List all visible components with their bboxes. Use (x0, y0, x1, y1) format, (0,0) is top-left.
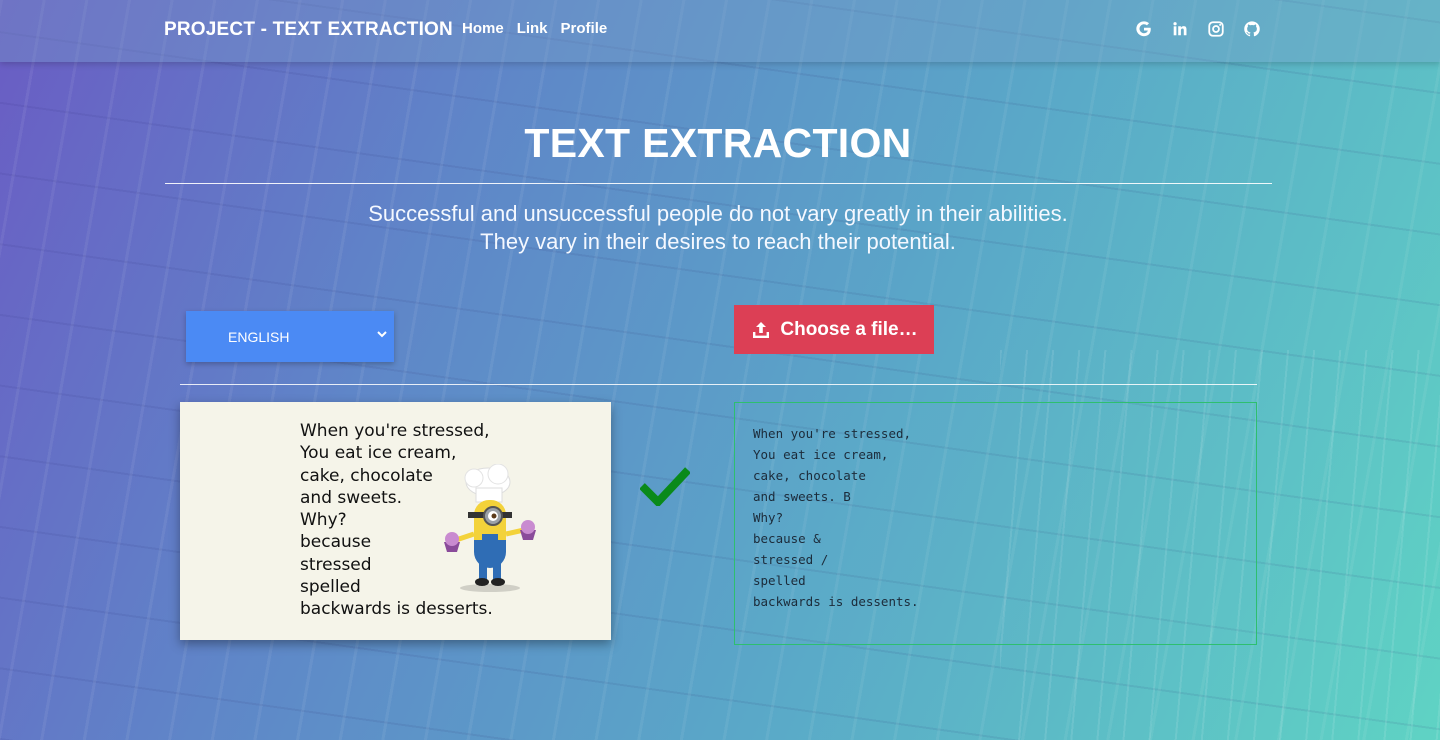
quote-line-2: They vary in their desires to reach thei… (480, 229, 956, 254)
output-line: Why? (753, 510, 784, 525)
github-icon[interactable] (1242, 19, 1262, 39)
image-text-line: When you're stressed, (300, 421, 490, 441)
language-select-value: ENGLISH (228, 328, 290, 345)
title-divider (165, 183, 1272, 184)
checkmark-icon (640, 467, 690, 506)
nav-profile-link[interactable]: Profile (561, 20, 608, 37)
instagram-icon[interactable] (1206, 19, 1226, 39)
chevron-down-icon (377, 331, 387, 338)
nav-links: Home Link Profile (462, 20, 607, 37)
upload-icon (753, 321, 770, 338)
output-line: backwards is dessents. (753, 594, 919, 609)
page-title: TEXT EXTRACTION (524, 120, 912, 166)
upload-file-button[interactable]: Choose a file… (734, 305, 934, 354)
social-icons (1134, 19, 1262, 39)
output-line: spelled (753, 573, 806, 588)
google-icon[interactable] (1134, 19, 1154, 39)
quote-line-1: Successful and unsuccessful people do no… (368, 201, 1068, 226)
uploaded-image-preview: When you're stressed, You eat ice cream,… (180, 402, 611, 640)
brand-title[interactable]: PROJECT - TEXT EXTRACTION (164, 19, 453, 41)
section-divider (180, 384, 1257, 385)
image-text-line: You eat ice cream, (300, 443, 457, 464)
extracted-text: When you're stressed, You eat ice cream,… (753, 423, 1238, 612)
quote: Successful and unsuccessful people do no… (0, 200, 1436, 256)
upload-button-label: Choose a file… (780, 318, 918, 340)
navbar: PROJECT - TEXT EXTRACTION Home Link Prof… (0, 0, 1440, 62)
output-line: because & (753, 531, 821, 546)
language-select[interactable]: ENGLISH (186, 311, 394, 362)
output-line: cake, chocolate (753, 468, 866, 483)
linkedin-icon[interactable] (1170, 19, 1190, 39)
output-line: and sweets. B (753, 489, 851, 504)
minion-illustration (444, 464, 536, 592)
output-line: stressed / (753, 552, 829, 567)
extracted-text-output[interactable]: When you're stressed, You eat ice cream,… (734, 402, 1257, 645)
image-text-line: backwards is desserts. (300, 599, 493, 620)
output-line: When you're stressed, (753, 426, 912, 441)
nav-link-link[interactable]: Link (517, 20, 548, 37)
output-line: You eat ice cream, (753, 447, 889, 462)
nav-home-link[interactable]: Home (462, 20, 504, 37)
